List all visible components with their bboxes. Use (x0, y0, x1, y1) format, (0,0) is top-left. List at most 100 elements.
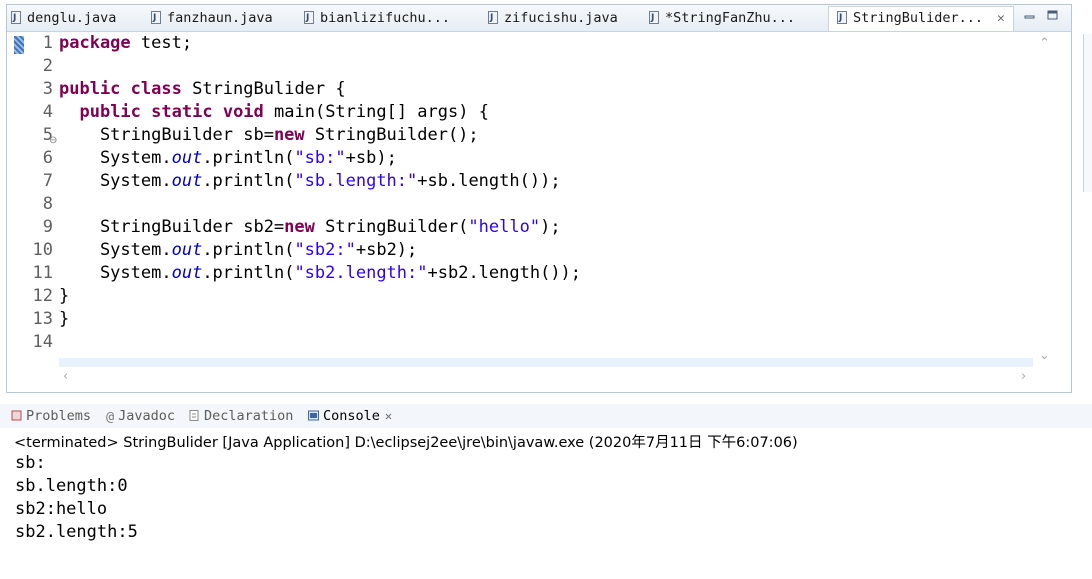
code-line[interactable]: } (59, 308, 69, 331)
at-icon: @ (106, 409, 115, 425)
maximize-icon[interactable] (1047, 10, 1058, 20)
scroll-left-icon[interactable]: ‹ (63, 369, 68, 384)
tab-declaration[interactable]: Declaration (189, 408, 293, 424)
code-token: .println( (202, 263, 295, 283)
line-number: 13 (32, 309, 53, 329)
code-editor[interactable]: 1 2 3 4 5 6 7 8 9 10 11 12 13 14 package test; public … (7, 32, 1071, 381)
java-file-icon (837, 7, 847, 29)
line-number: 2 (42, 56, 53, 76)
code-token: main(String[] args) { (263, 102, 489, 122)
tab-fanzhaun[interactable]: fanzhaun.java (151, 7, 273, 29)
line-number: 8 (42, 194, 53, 214)
editor-tab-bar: denglu.java fanzhaun.java bianlizifuchu.… (7, 5, 1071, 32)
keyword-token: package (59, 33, 131, 53)
string-token: "hello" (468, 217, 541, 237)
code-token: } (59, 309, 70, 329)
code-token: +sb2); (355, 240, 418, 260)
code-line[interactable]: StringBuilder sb2=new StringBuilder("hel… (59, 216, 561, 239)
code-token: System. (59, 240, 172, 260)
code-line[interactable]: public static void main(String[] args) { (59, 101, 489, 124)
console-status-text: <terminated> StringBulider [Java Applica… (14, 435, 798, 451)
line-number: 3 (42, 79, 53, 99)
line-number: 14 (32, 332, 53, 352)
scroll-down-icon[interactable]: ⌄ (1039, 348, 1050, 363)
keyword-token: void (222, 102, 264, 122)
tab-problems[interactable]: Problems (11, 408, 91, 424)
line-number: 10 (32, 240, 53, 260)
code-token: System. (59, 171, 172, 191)
console-icon (308, 410, 319, 421)
keyword-token: public (59, 79, 121, 99)
fold-collapse-icon[interactable]: ⊖ (49, 135, 57, 146)
tab-stringbulider[interactable]: StringBulider...✕ (828, 6, 1014, 31)
console-output-line: sb2.length:5 (15, 522, 138, 542)
close-tab-icon[interactable]: ✕ (997, 11, 1005, 26)
code-token: StringBuilder sb= (59, 125, 274, 145)
code-token: ); (540, 217, 561, 237)
line-number: 9 (42, 217, 53, 237)
string-token: "sb2:" (294, 240, 356, 260)
code-token: test; (130, 33, 193, 53)
scroll-up-icon[interactable]: ⌃ (1039, 36, 1050, 51)
vertical-scrollbar[interactable]: ⌃ ⌄ (1033, 32, 1053, 370)
keyword-token: public (79, 102, 141, 122)
code-line[interactable]: public class StringBulider { (59, 78, 346, 101)
code-token: StringBuilder(); (304, 125, 479, 145)
side-view-edge (1083, 34, 1092, 192)
code-token: .println( (202, 240, 295, 260)
field-token: out (171, 263, 203, 283)
code-line[interactable]: package test; (59, 32, 192, 55)
editor-panel: denglu.java fanzhaun.java bianlizifuchu.… (6, 4, 1072, 393)
console-output-line: sb2:hello (15, 499, 108, 519)
java-file-icon (304, 7, 314, 29)
tab-zifucishu[interactable]: zifucishu.java (488, 7, 618, 29)
tab-stringfanzhu[interactable]: *StringFanZhu... (649, 7, 795, 29)
close-console-icon[interactable]: ✕ (385, 409, 392, 423)
tab-bianlizifuchu[interactable]: bianlizifuchu... (304, 7, 450, 29)
code-line[interactable]: System.out.println("sb:"+sb); (59, 147, 397, 170)
line-number: 7 (42, 171, 53, 191)
code-line[interactable]: } (59, 285, 69, 308)
code-token: +sb); (345, 148, 397, 168)
code-line[interactable]: System.out.println("sb2.length:"+sb2.len… (59, 262, 581, 285)
code-token: System. (59, 148, 172, 168)
minimize-icon[interactable] (1024, 10, 1035, 20)
code-token: StringBuilder( (314, 217, 469, 237)
horizontal-scrollbar[interactable]: ‹ › (59, 367, 1033, 389)
line-number: 12 (32, 286, 53, 306)
code-token: } (59, 286, 70, 306)
console-output-line: sb: (15, 453, 46, 473)
keyword-token: new (284, 217, 315, 237)
code-token: +sb2.length()); (427, 263, 582, 283)
code-token: StringBulider { (181, 79, 346, 99)
field-token: out (171, 148, 203, 168)
string-token: "sb.length:" (294, 171, 418, 191)
keyword-token: class (130, 79, 182, 99)
code-token: .println( (202, 171, 295, 191)
java-file-icon (649, 7, 659, 29)
tab-console[interactable]: Console ✕ (308, 408, 392, 424)
line-number: 4 (42, 102, 53, 122)
line-number: 1 (42, 33, 53, 53)
string-token: "sb2.length:" (294, 263, 428, 283)
java-file-icon (151, 7, 161, 29)
java-file-icon (488, 7, 498, 29)
console-output-line: sb.length:0 (15, 476, 128, 496)
tab-javadoc[interactable]: @ Javadoc (106, 408, 175, 425)
declaration-icon (189, 410, 199, 421)
bottom-panel-tab-bar: Problems @ Javadoc Declaration Console ✕ (0, 404, 1092, 428)
tab-denglu[interactable]: denglu.java (11, 7, 116, 29)
code-line[interactable]: StringBuilder sb=new StringBuilder(); (59, 124, 479, 147)
problems-icon (11, 410, 22, 421)
keyword-token: new (273, 125, 305, 145)
code-line[interactable]: System.out.println("sb2:"+sb2); (59, 239, 417, 262)
code-line[interactable]: System.out.println("sb.length:"+sb.lengt… (59, 170, 561, 193)
scroll-right-icon[interactable]: › (1021, 369, 1026, 384)
string-token: "sb:" (294, 148, 346, 168)
code-token: StringBuilder sb2= (59, 217, 285, 237)
field-token: out (171, 240, 203, 260)
